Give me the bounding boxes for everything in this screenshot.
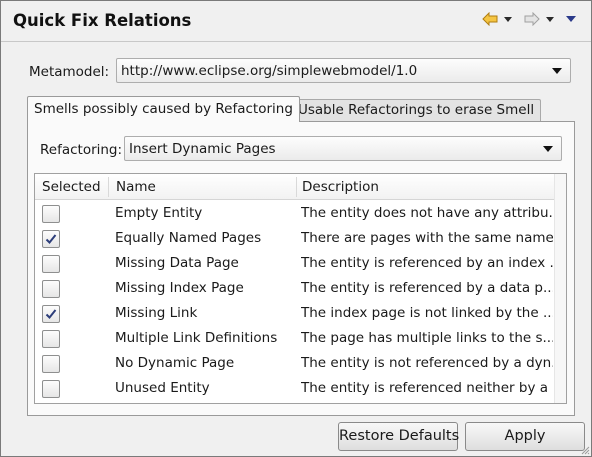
row-description: The entity is not referenced by a dyn... xyxy=(301,355,553,371)
row-name: Multiple Link Definitions xyxy=(115,330,278,346)
row-name: Unused Entity xyxy=(115,380,210,396)
table-row[interactable]: Missing Index Page The entity is referenc… xyxy=(35,276,554,301)
table-row[interactable]: Missing Link The index page is not linked… xyxy=(35,301,554,326)
forward-arrow-icon[interactable] xyxy=(523,9,541,29)
row-name: Missing Index Page xyxy=(115,280,244,296)
row-checkbox[interactable] xyxy=(42,230,60,248)
row-description: The entity is referenced neither by a ..… xyxy=(301,380,553,396)
column-header-selected[interactable]: Selected xyxy=(37,174,109,200)
row-name: No Dynamic Page xyxy=(115,355,235,371)
table-scrollbar[interactable] xyxy=(554,174,566,403)
table-header: Selected Name Description xyxy=(35,174,566,200)
back-history-dropdown-icon[interactable] xyxy=(501,9,515,29)
checkmark-icon xyxy=(45,234,57,244)
row-description: The index page is not linked by the ... xyxy=(301,305,553,321)
refactoring-value: Insert Dynamic Pages xyxy=(129,141,276,157)
chevron-down-icon xyxy=(543,146,553,152)
table-row[interactable]: Unused Entity The entity is referenced ne… xyxy=(35,376,554,401)
checkmark-icon xyxy=(45,309,57,319)
table-row[interactable]: Missing Data Page The entity is reference… xyxy=(35,251,554,276)
page-title: Quick Fix Relations xyxy=(13,11,192,30)
restore-defaults-button[interactable]: Restore Defaults xyxy=(338,422,459,451)
row-checkbox[interactable] xyxy=(42,330,60,348)
forward-history-dropdown-icon[interactable] xyxy=(543,9,557,29)
row-name: Missing Link xyxy=(115,305,198,321)
table-row[interactable]: Multiple Link Definitions The page has mu… xyxy=(35,326,554,351)
column-header-name[interactable]: Name xyxy=(111,174,296,200)
view-menu-icon[interactable] xyxy=(563,9,579,29)
row-checkbox[interactable] xyxy=(42,255,60,273)
row-name: Empty Entity xyxy=(115,205,203,221)
row-description: There are pages with the same name. xyxy=(301,230,553,246)
row-description: The entity does not have any attribu... xyxy=(301,205,553,221)
row-name: Equally Named Pages xyxy=(115,230,262,246)
row-checkbox[interactable] xyxy=(42,305,60,323)
chevron-down-icon xyxy=(552,68,562,74)
row-checkbox[interactable] xyxy=(42,280,60,298)
header-divider xyxy=(1,41,591,42)
row-description: The page has multiple links to the s... xyxy=(301,330,553,346)
row-description: The entity is referenced by a data p... xyxy=(301,280,553,296)
tab-smells-label: Smells possibly caused by Refactoring xyxy=(34,101,293,117)
table-row[interactable]: Equally Named Pages There are pages with … xyxy=(35,226,554,251)
back-arrow-icon[interactable] xyxy=(481,9,499,29)
table-row[interactable]: No Dynamic Page The entity is not referen… xyxy=(35,351,554,376)
tab-smells[interactable]: Smells possibly caused by Refactoring xyxy=(27,96,300,122)
page-header: Quick Fix Relations xyxy=(1,1,591,41)
table-row[interactable]: Empty Entity The entity does not have any… xyxy=(35,201,554,226)
row-checkbox[interactable] xyxy=(42,380,60,398)
row-checkbox[interactable] xyxy=(42,205,60,223)
row-description: The entity is referenced by an index ... xyxy=(301,255,553,271)
refactoring-select[interactable]: Insert Dynamic Pages xyxy=(124,136,562,161)
metamodel-select[interactable]: http://www.eclipse.org/simplewebmodel/1.… xyxy=(116,58,571,83)
smells-table: Selected Name Description Empty Entity Th… xyxy=(34,173,567,404)
refactoring-label: Refactoring: xyxy=(40,142,123,158)
apply-button[interactable]: Apply xyxy=(465,422,585,451)
metamodel-label: Metamodel: xyxy=(29,64,110,80)
tab-usable-refactorings-label: Usable Refactorings to erase Smell xyxy=(298,102,535,118)
row-checkbox[interactable] xyxy=(42,355,60,373)
resize-grip-icon[interactable] xyxy=(580,445,590,455)
column-header-description[interactable]: Description xyxy=(297,174,552,200)
tab-usable-refactorings[interactable]: Usable Refactorings to erase Smell xyxy=(291,99,542,122)
row-name: Missing Data Page xyxy=(115,255,239,271)
metamodel-value: http://www.eclipse.org/simplewebmodel/1.… xyxy=(121,63,418,79)
